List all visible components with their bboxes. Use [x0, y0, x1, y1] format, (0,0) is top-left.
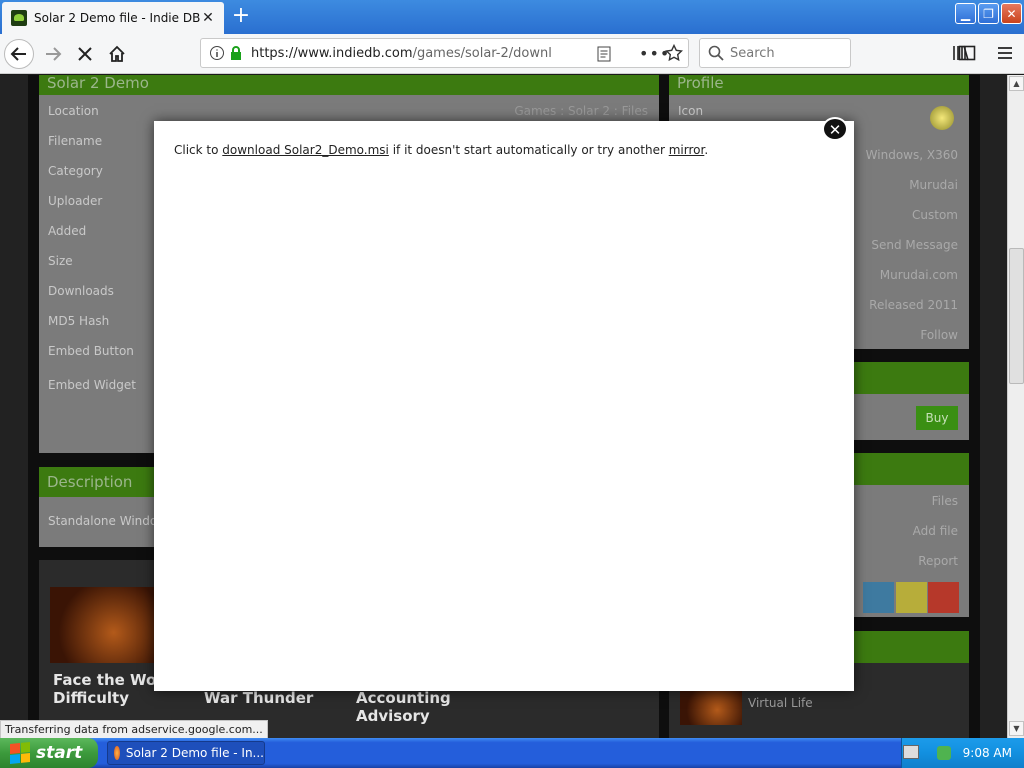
keyboard-tray-icon[interactable] [903, 745, 919, 759]
page-scrollbar[interactable]: ▲ ▼ [1007, 75, 1024, 738]
twitter-share-icon[interactable] [863, 582, 894, 613]
minimize-icon[interactable]: ▁ [955, 3, 976, 24]
tab-close-icon[interactable]: ✕ [200, 10, 216, 26]
search-bar[interactable] [699, 38, 851, 68]
download-modal: Click to download Solar2_Demo.msi if it … [154, 121, 854, 691]
sidebar-toggle-icon[interactable] [958, 44, 976, 65]
stop-icon [78, 47, 92, 61]
browser-tab[interactable]: Solar 2 Demo file - Indie DB ✕ [2, 2, 224, 34]
start-label: start [36, 743, 83, 763]
reddit-share-icon[interactable] [928, 582, 959, 613]
teaser-title-2[interactable]: War Thunder [204, 689, 313, 707]
right-gutter [980, 75, 1007, 738]
menu-icon[interactable] [996, 44, 1014, 65]
stop-button[interactable] [70, 39, 100, 69]
download-message: Click to download Solar2_Demo.msi if it … [174, 143, 709, 157]
search-icon [708, 45, 724, 61]
home-button[interactable] [102, 39, 132, 69]
search-input[interactable] [730, 45, 840, 61]
new-tab-icon[interactable]: + [230, 5, 252, 28]
row-label-downloads: Downloads [48, 284, 114, 298]
windows-taskbar: start Solar 2 Demo file - In... 9:08 AM [0, 738, 1024, 768]
browser-tab-bar: Solar 2 Demo file - Indie DB ✕ + ▁ ❐ ✕ [0, 0, 1024, 34]
scroll-down-icon[interactable]: ▼ [1009, 721, 1024, 736]
mirror-link[interactable]: mirror [669, 143, 705, 157]
forward-button[interactable] [38, 39, 68, 69]
row-label-filename: Filename [48, 134, 103, 148]
start-button[interactable]: start [0, 738, 98, 768]
windows-logo-icon [10, 741, 30, 765]
game-icon [930, 106, 954, 130]
row-label-embed-button: Embed Button [48, 344, 134, 358]
related-title[interactable]: Virtual Life [748, 696, 813, 710]
indiedb-favicon-icon [11, 10, 27, 26]
profile-panel-title: Profile [669, 75, 969, 95]
back-arrow-icon [10, 47, 26, 61]
email-share-icon[interactable] [896, 582, 927, 613]
url-text[interactable]: https://www.indiedb.com/games/solar-2/do… [251, 46, 551, 61]
window-close-icon[interactable]: ✕ [1001, 3, 1022, 24]
taskbar-item-label: Solar 2 Demo file - In... [125, 746, 264, 760]
restore-icon[interactable]: ❐ [978, 3, 999, 24]
back-button[interactable] [4, 39, 34, 69]
teaser-title-3[interactable]: Accounting Advisory [356, 689, 451, 725]
row-label-location: Location [48, 104, 99, 118]
home-icon [109, 45, 125, 62]
scrollbar-thumb[interactable] [1009, 248, 1024, 384]
tab-title: Solar 2 Demo file - Indie DB [34, 11, 200, 25]
modal-close-button[interactable]: ✕ [822, 117, 848, 141]
lock-icon[interactable] [229, 45, 243, 61]
navigation-toolbar: https://www.indiedb.com/games/solar-2/do… [0, 34, 1024, 74]
row-label-embed-widget: Embed Widget [48, 378, 136, 392]
scroll-up-icon[interactable]: ▲ [1009, 76, 1024, 91]
info-icon[interactable] [209, 45, 225, 61]
system-tray: 9:08 AM [901, 738, 1024, 768]
profile-row-icon: Icon [678, 104, 704, 118]
tray-network-icon[interactable] [936, 746, 951, 760]
row-label-category: Category [48, 164, 103, 178]
window-controls: ▁ ❐ ✕ [955, 3, 1022, 24]
buy-button[interactable]: Buy [916, 406, 958, 430]
row-label-uploader: Uploader [48, 194, 103, 208]
file-panel-title: Solar 2 Demo [39, 75, 659, 95]
related-thumbnail[interactable] [680, 687, 742, 725]
clock[interactable]: 9:08 AM [963, 746, 1012, 760]
teaser-thumbnail[interactable] [50, 587, 156, 663]
bookmark-star-icon[interactable] [664, 43, 684, 65]
teaser-title-1[interactable]: Face the Wor Difficulty [53, 671, 164, 707]
download-link[interactable]: download Solar2_Demo.msi [222, 143, 389, 157]
breadcrumb[interactable]: Games : Solar 2 : Files [420, 104, 648, 118]
taskbar-firefox-item[interactable]: Solar 2 Demo file - In... [107, 741, 265, 765]
row-label-size: Size [48, 254, 73, 268]
firefox-icon [114, 746, 120, 760]
row-label-md5: MD5 Hash [48, 314, 110, 328]
url-bar[interactable]: https://www.indiedb.com/games/solar-2/do… [200, 38, 689, 68]
description-text: Standalone Window [48, 514, 168, 528]
reader-view-icon[interactable] [597, 46, 611, 65]
status-bar-text: Transferring data from adservice.google.… [0, 720, 268, 739]
left-gutter [0, 75, 28, 738]
forward-arrow-icon [46, 47, 62, 61]
row-label-added: Added [48, 224, 87, 238]
